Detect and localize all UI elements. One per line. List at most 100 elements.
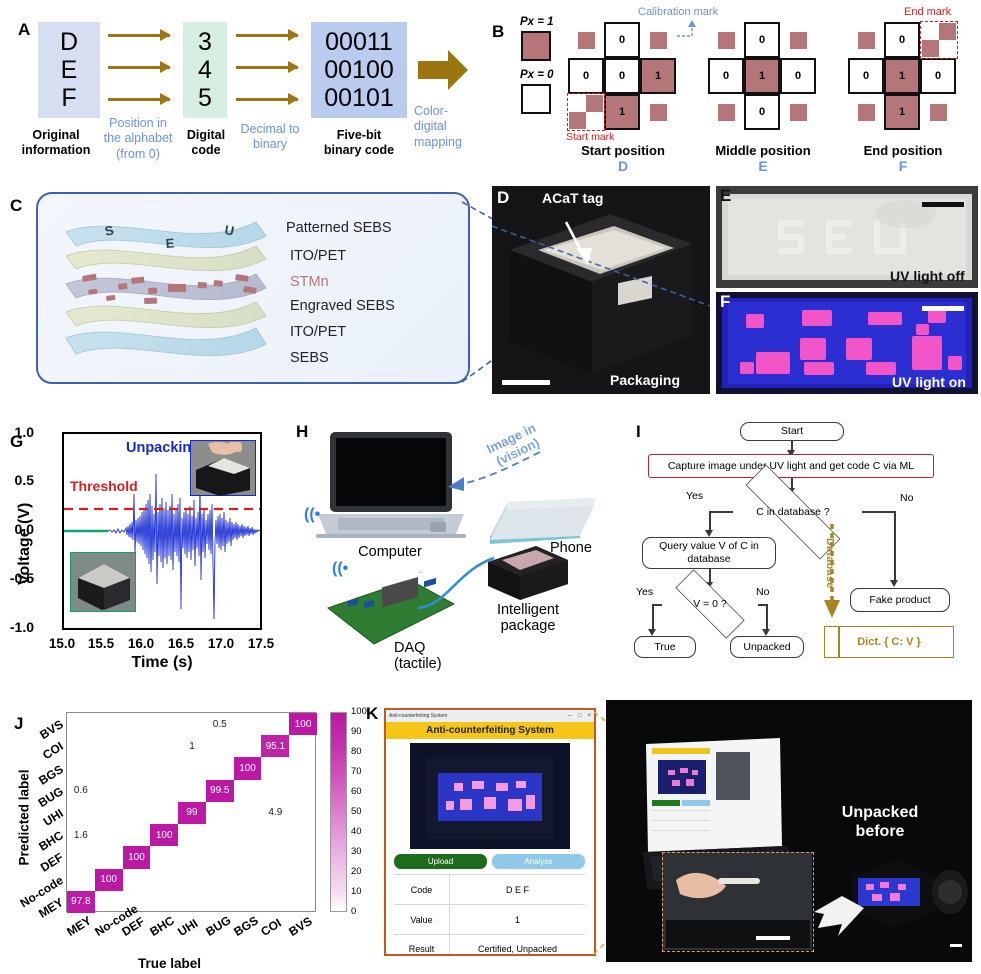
calibration-mark-tl [568,22,604,58]
uv-box-photo [410,743,570,849]
layer-label-patterned-sebs: Patterned SEBS [286,220,392,236]
calibration-mark-tr [640,22,676,58]
analyse-button[interactable]: Analyse [492,854,585,869]
end-mark-caption: End mark [904,6,952,18]
app-banner-title: Anti-counterfeiting System [386,722,594,739]
close-button[interactable]: × [584,713,594,719]
flow-decision-v-text: V = 0 ? [693,598,727,610]
scale-bar-e [922,202,964,207]
panel-a-letter: A [18,20,31,39]
confusion-matrix-grid: 97.8 1.6 0.6 100 100 100 99 1 99.5 0.5 100 95.1 4.9 1… [66,712,317,913]
database-label: Database [824,538,836,589]
unpacked-before-annotation: Unpacked before [841,804,919,840]
flow-label-no-2: No [756,586,770,598]
x-axis-title: Time (s) [131,654,193,671]
calibration-mark-tr [780,22,816,58]
flow-decision-v-zero: V = 0 ? [660,569,760,639]
arrow-alphabet-1 [108,61,171,73]
cell-center: 1 [884,58,920,94]
scale-bar-d [502,380,550,385]
panel-a-encoding-flow: A D E F 3 4 5 00011 00100 00101 Original… [0,0,470,180]
maximize-button[interactable]: □ [575,713,585,719]
arrow-binary-1 [236,61,299,73]
x-tick-6: 17.5 [247,636,275,651]
cell-right: 1 [640,58,676,94]
matrix-cell-bug-bvs: 0.5 [212,718,227,730]
flow-edge-no-v [894,511,896,583]
panel-g-voltage-chart: G 1.0 0.5 0.0 -0.5 -1.0 Voltage (V) Unpa… [0,400,300,680]
cell-bottom: 0 [744,94,780,130]
cell-left: 0 [848,58,884,94]
cell-right: 0 [780,58,816,94]
dictionary-divider [838,626,840,658]
dictionary-box: Dict. { C: V } [824,626,954,658]
x-tick-bgs: BGS [230,913,261,939]
row-key-value: Value [394,905,450,934]
orig-letter-0: D [59,28,79,56]
uv-on-caption: UV light on [892,374,966,390]
panel-k-letter: K [366,704,379,723]
caption-position-alphabet: Position in the alphabet (from 0) [103,116,173,161]
legend-px0-label: Px = 0 [520,69,554,81]
cell-left: 0 [708,58,744,94]
calibration-mark-bl [848,94,884,130]
flow-arrow-fake [890,580,898,587]
matrix-cell-coi-coi: 95.1 [261,735,290,758]
cell-bottom: 1 [604,94,640,130]
flow-label-yes-1: Yes [686,490,704,502]
caption-start-position: Start position [581,143,665,158]
minimize-button[interactable]: ─ [565,713,575,719]
calibration-mark-bl [708,94,744,130]
start-mark-outline [567,93,605,131]
colorbar [330,712,347,912]
y-tick-5: -1.0 [9,619,34,635]
flow-node-true: True [634,636,696,658]
flow-node-query: Query value V of C in database [642,537,776,569]
cell-bottom: 1 [884,94,920,130]
binary-code-2: 00101 [324,84,394,112]
colorbar-tick-60: 60 [351,786,362,797]
flow-edge-no-h [862,511,896,513]
colorbar-tick-0: 0 [351,906,357,917]
matrix-cell-uhi-uhi: 99 [178,801,206,825]
svg-text:E: E [165,235,175,251]
flow-arrow-unpacked [762,629,770,636]
cell-top: 0 [884,22,920,58]
voltage-plot-area: Unpacking Threshold [62,432,262,630]
x-tick-mey: MEY [64,913,94,939]
x-tick-bug: BUG [203,912,234,939]
upload-button[interactable]: Upload [394,854,487,869]
arrow-binary-2 [236,93,299,105]
panel-j-letter: J [14,714,24,733]
panel-b-letter: B [492,22,505,41]
legend-px1-label: Px = 1 [520,16,554,28]
dictionary-text: Dict. { C: V } [857,636,921,648]
wifi-icon-daq: ((• [332,560,349,577]
x-tick-5: 17.0 [207,636,235,651]
captured-uv-image [410,743,570,849]
matrix-cell-coi-uhi: 4.9 [268,807,283,819]
letter-start-position: D [617,158,629,174]
matrix-cell-bvs-bvs: 100 [289,713,317,736]
x-tick-uhi: UHI [175,916,201,939]
flow-edge-unpacked-v [766,604,768,632]
packaging-box-illustration [492,186,710,394]
flow-arrow-true [648,629,656,636]
colorbar-tick-40: 40 [351,826,362,837]
orig-letter-1: E [60,56,78,84]
cell-center: 0 [604,58,640,94]
svg-text:S: S [103,222,115,239]
calibration-mark-br [640,94,676,130]
table-row-code: Code D E F [394,874,585,904]
digital-code-2: 5 [198,84,212,112]
five-bit-binary-box: 00011 00100 00101 [311,22,407,118]
flow-label-yes-2: Yes [636,586,654,598]
caption-digital-code: Digital code [186,128,226,158]
caption-five-bit-binary: Five-bit binary code [323,128,395,158]
table-row-value: Value 1 [394,904,585,934]
cell-right: 0 [920,58,956,94]
uv-off-caption: UV light off [890,268,965,284]
caption-color-digital-mapping: Color- digital mapping [414,104,462,149]
binary-code-1: 00100 [324,56,394,84]
panel-i-letter: I [636,422,641,441]
